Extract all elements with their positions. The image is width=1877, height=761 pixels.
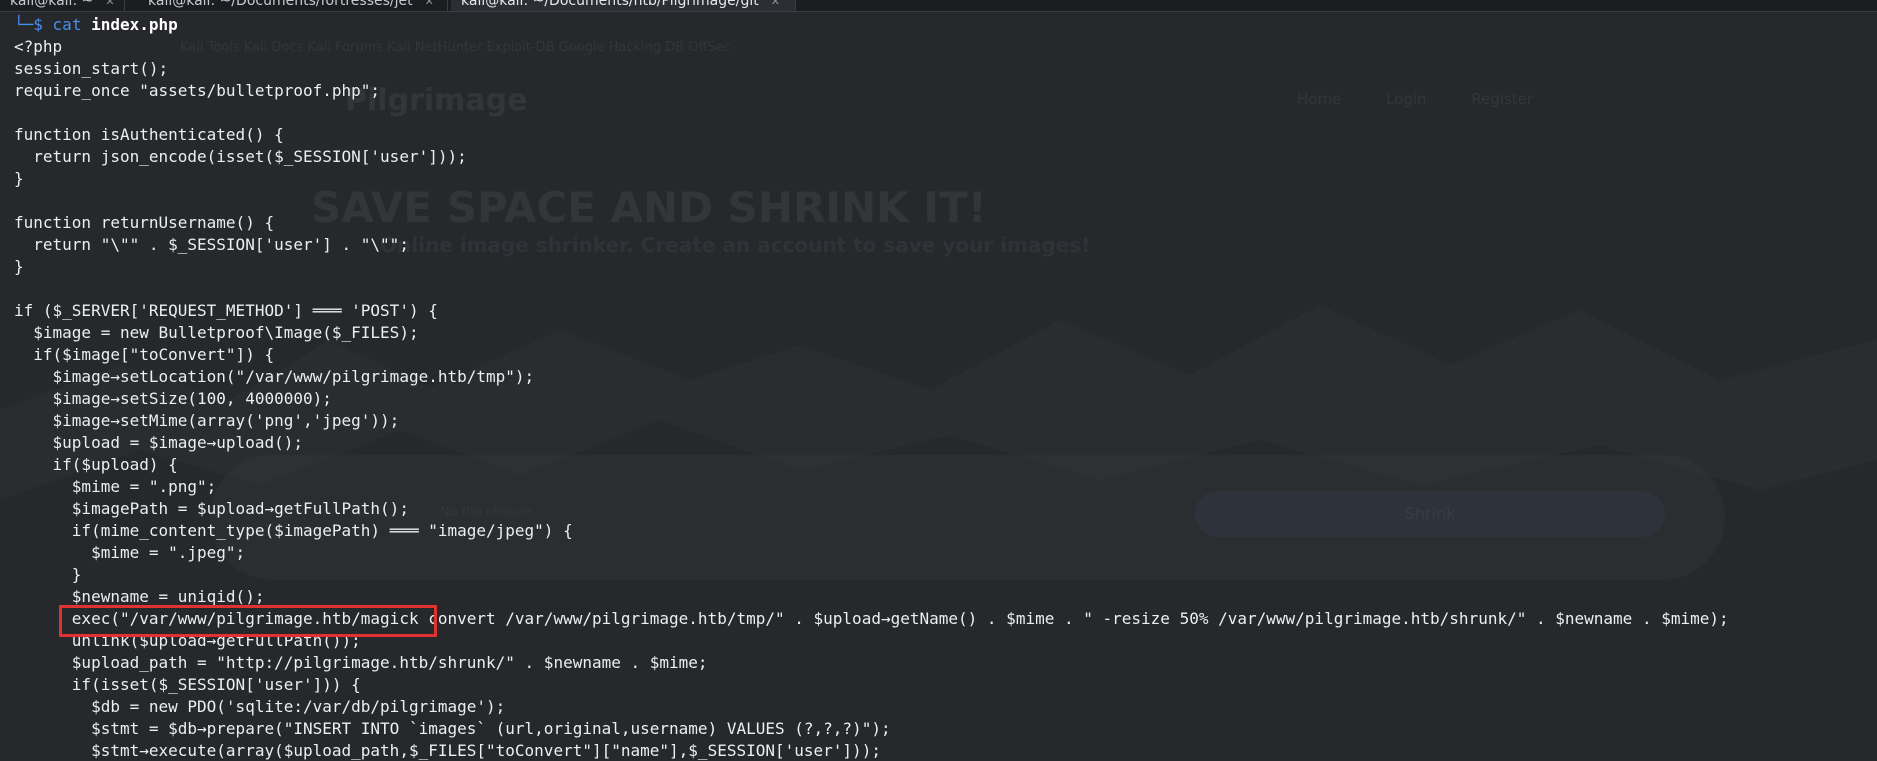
prompt-corner: └─ (14, 15, 34, 34)
exec-highlight-box (59, 605, 437, 637)
code-line: $mime = ".jpeg"; (14, 543, 246, 562)
code-line: $imagePath = $upload→getFullPath(); (14, 499, 409, 518)
tab-fortresses-jet[interactable]: kali@kali: ~/Documents/fortresses/jet ✕ (138, 0, 448, 11)
code-line: function returnUsername() { (14, 213, 275, 232)
code-line: <?php (14, 37, 63, 56)
close-icon[interactable]: ✕ (105, 0, 114, 8)
terminal-output[interactable]: └─$ cat index.php <?php session_start();r… (14, 14, 1729, 761)
code-line: $image = new Bulletproof\Image($_FILES); (14, 323, 419, 342)
code-line: $upload_path = "http://pilgrimage.htb/sh… (14, 653, 708, 672)
code-line: require_once "assets/bulletproof.php"; (14, 81, 381, 100)
code-line: if($upload) { (14, 455, 178, 474)
code-line: } (14, 565, 82, 584)
tab-kali-home[interactable]: kali@kali: ~ ✕ (0, 0, 125, 11)
code-line: $image→setLocation("/var/www/pilgrimage.… (14, 367, 535, 386)
code-line: if($image["toConvert"]) { (14, 345, 275, 364)
code-line: function isAuthenticated() { (14, 125, 284, 144)
code-line: if(mime_content_type($imagePath) ═══ "im… (14, 521, 573, 540)
code-line: $stmt = $db→prepare("INSERT INTO `images… (14, 719, 891, 738)
code-line: $image→setSize(100, 4000000); (14, 389, 332, 408)
tab-label: kali@kali: ~/Documents/fortresses/jet (148, 0, 413, 9)
tab-label: kali@kali: ~/Documents/htb/Pilgrimage/gi… (461, 0, 759, 9)
prompt-argument: index.php (91, 15, 178, 34)
code-line: session_start(); (14, 59, 169, 78)
code-line: return json_encode(isset($_SESSION['user… (14, 147, 467, 166)
code-line: return "\"" . $_SESSION['user'] . "\""; (14, 235, 409, 254)
code-line: $db = new PDO('sqlite:/var/db/pilgrimage… (14, 697, 506, 716)
code-line: } (14, 257, 24, 276)
code-line: $stmt→execute(array($upload_path,$_FILES… (14, 741, 881, 760)
code-line: $upload = $image→upload(); (14, 433, 303, 452)
prompt-symbol: $ (33, 15, 43, 34)
prompt-line: └─$ cat index.php (14, 14, 1729, 36)
close-icon[interactable]: ✕ (425, 0, 434, 8)
code-line: if ($_SERVER['REQUEST_METHOD'] ═══ 'POST… (14, 301, 438, 320)
code-line: $image→setMime(array('png','jpeg')); (14, 411, 400, 430)
code-line: $mime = ".png"; (14, 477, 217, 496)
prompt-command: cat (52, 15, 82, 34)
code-line: } (14, 169, 24, 188)
tab-label: kali@kali: ~ (10, 0, 94, 9)
terminal-tab-bar: kali@kali: ~ ✕ kali@kali: ~/Documents/for… (0, 0, 1877, 12)
code-block: <?php session_start(); require_once "asset… (14, 36, 1729, 761)
code-line: if(isset($_SESSION['user'])) { (14, 675, 361, 694)
close-icon[interactable]: ✕ (771, 0, 780, 8)
tab-pilgrimage-git[interactable]: kali@kali: ~/Documents/htb/Pilgrimage/gi… (451, 0, 796, 11)
